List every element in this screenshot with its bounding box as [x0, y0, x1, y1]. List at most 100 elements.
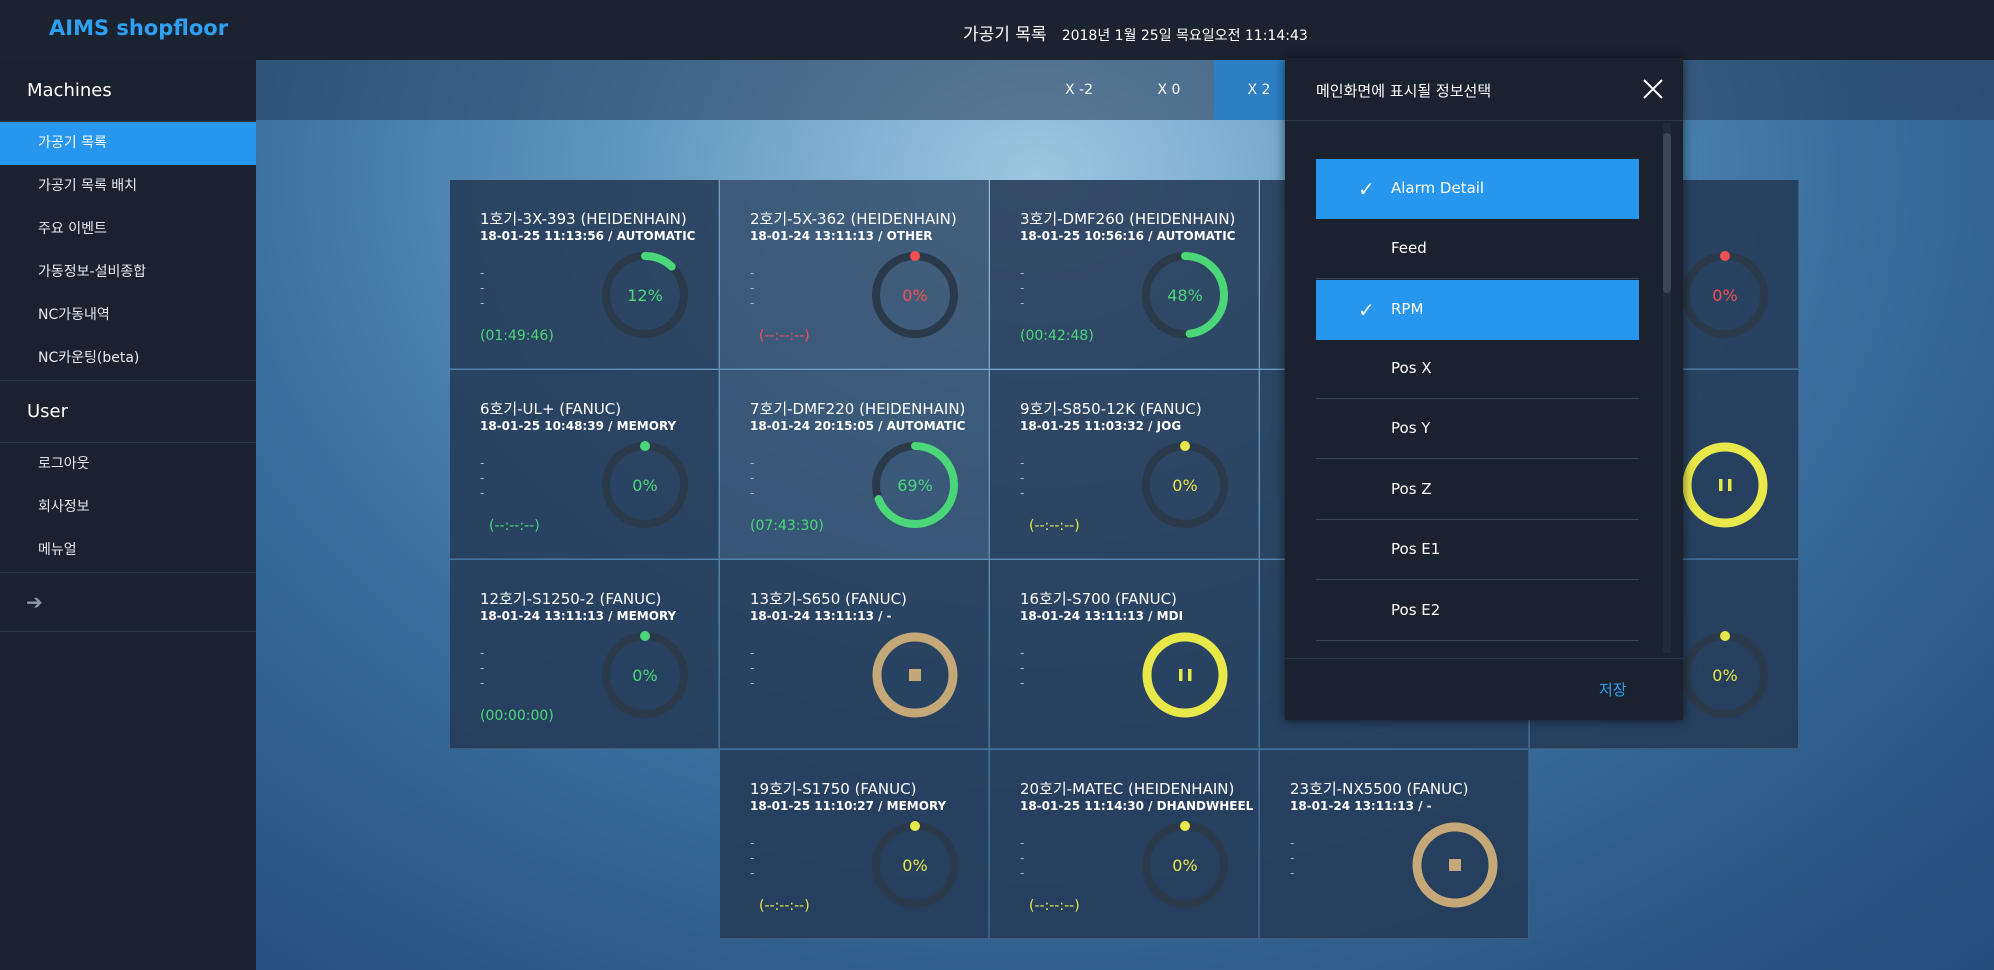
gauge-percent-label: 12% — [627, 286, 663, 305]
option-pos-e2[interactable]: Pos E2 — [1316, 581, 1639, 641]
option-pos-x[interactable]: Pos X — [1316, 339, 1639, 399]
stop-square — [1449, 859, 1461, 871]
clock: 2018년 1월 25일 목요일오전 11:14:43 — [1061, 28, 1308, 44]
progress-gauge: 0% — [1142, 441, 1228, 528]
machine-tile[interactable]: 12호기-S1250-2 (FANUC) 18-01-24 13:11:13 / … — [450, 560, 719, 749]
machine-details: --- — [1020, 646, 1025, 690]
modal-scrollbar[interactable] — [1663, 123, 1671, 653]
machine-details: --- — [1020, 456, 1025, 500]
option-label: Pos Z — [1391, 480, 1432, 498]
machine-tile[interactable]: 1호기-3X-393 (HEIDENHAIN) 18-01-25 11:13:56… — [450, 180, 719, 369]
machine-status: 18-01-25 11:14:30 / DHANDWHEEL — [1020, 799, 1254, 813]
machine-tile[interactable]: 7호기-DMF220 (HEIDENHAIN) 18-01-24 20:15:05… — [720, 370, 989, 559]
machine-name: 3호기-DMF260 (HEIDENHAIN) — [1020, 210, 1236, 228]
machine-name: 2호기-5X-362 (HEIDENHAIN) — [750, 210, 957, 228]
gauge-progress-dot — [1180, 821, 1190, 831]
machine-status: 18-01-24 13:11:13 / MDI — [1020, 609, 1184, 623]
gauge-progress-dot — [640, 441, 650, 451]
machine-status: 18-01-25 10:48:39 / MEMORY — [480, 419, 677, 433]
modal-header: 메인화면에 표시될 정보선택 — [1285, 58, 1683, 121]
progress-gauge: 0% — [602, 631, 688, 718]
pause-bar — [1179, 669, 1183, 681]
machine-details: --- — [1020, 266, 1025, 310]
pause-bar — [1728, 479, 1732, 491]
modal-option-list: ✓ Alarm Detail Feed ✓ RPM Pos X Pos Y Pos Z Pos … — [1285, 121, 1683, 656]
progress-gauge: 12% — [602, 252, 688, 338]
option-label: Pos X — [1391, 359, 1432, 377]
save-button[interactable]: 저장 — [1599, 679, 1627, 700]
arrow-left-icon: ➔ — [26, 590, 43, 614]
machine-tile[interactable]: 6호기-UL+ (FANUC) 18-01-25 10:48:39 / MEMOR… — [450, 370, 719, 559]
machine-details: --- — [750, 836, 755, 880]
option-feed[interactable]: Feed — [1316, 219, 1639, 279]
machine-status: 18-01-24 13:11:13 / OTHER — [750, 229, 933, 243]
machine-details: --- — [750, 456, 755, 500]
machine-tile[interactable]: 13호기-S650 (FANUC) 18-01-24 13:11:13 / - --… — [720, 560, 989, 749]
machine-elapsed-time: (00:42:48) — [1020, 328, 1094, 344]
machine-elapsed-time: (--:--:--) — [759, 328, 810, 344]
sidebar-item-nc-history[interactable]: NC가동내역 — [0, 294, 256, 337]
sidebar-item-nc-counting[interactable]: NC카운팅(beta) — [0, 337, 256, 380]
modal-title: 메인화면에 표시될 정보선택 — [1316, 82, 1492, 100]
page-title: 가공기 목록 — [963, 25, 1047, 45]
machine-status: 18-01-25 11:13:56 / AUTOMATIC — [480, 229, 696, 243]
gauge-percent-label: 0% — [1712, 286, 1737, 305]
machine-details: --- — [1020, 836, 1025, 880]
progress-gauge: 48% — [1142, 252, 1228, 338]
zoom-bar: X -2 X 0 X 2 — [256, 60, 1994, 120]
machine-elapsed-time: (--:--:--) — [1029, 898, 1080, 914]
gauge-progress-dot — [1180, 441, 1190, 451]
machine-name: 19호기-S1750 (FANUC) — [750, 780, 917, 798]
machine-details: --- — [480, 646, 485, 690]
sidebar-section-machines: Machines — [0, 60, 256, 122]
sidebar-item-manual[interactable]: 메뉴얼 — [0, 529, 256, 572]
machine-tile[interactable]: 23호기-NX5500 (FANUC) 18-01-24 13:11:13 / -… — [1260, 750, 1529, 939]
sidebar-item-company[interactable]: 회사정보 — [0, 486, 256, 529]
sidebar-item-events[interactable]: 주요 이벤트 — [0, 208, 256, 251]
machine-name: 7호기-DMF220 (HEIDENHAIN) — [750, 400, 966, 418]
stop-icon — [872, 632, 958, 718]
option-pos-y[interactable]: Pos Y — [1316, 399, 1639, 459]
machine-status: 18-01-24 13:11:13 / MEMORY — [480, 609, 677, 623]
option-alarm-detail[interactable]: ✓ Alarm Detail — [1316, 159, 1639, 219]
option-pos-e1[interactable]: Pos E1 — [1316, 520, 1639, 580]
machine-tile[interactable]: 3호기-DMF260 (HEIDENHAIN) 18-01-25 10:56:16… — [990, 180, 1259, 369]
machine-tile[interactable]: 20호기-MATEC (HEIDENHAIN) 18-01-25 11:14:30… — [990, 750, 1259, 939]
sidebar-item-machine-list[interactable]: 가공기 목록 — [0, 122, 256, 165]
gauge-percent-label: 0% — [1172, 476, 1197, 495]
sidebar-collapse-button[interactable]: ➔ — [0, 573, 256, 632]
option-pos-z[interactable]: Pos Z — [1316, 460, 1639, 520]
zoom-minus-2-button[interactable]: X -2 — [1034, 60, 1124, 120]
check-icon: ✓ — [1358, 177, 1375, 201]
pause-ring — [1682, 442, 1768, 528]
option-rpm[interactable]: ✓ RPM — [1316, 280, 1639, 340]
zoom-0-button[interactable]: X 0 — [1124, 60, 1214, 120]
sidebar-item-machine-layout[interactable]: 가공기 목록 배치 — [0, 165, 256, 208]
modal-footer: 저장 — [1285, 658, 1683, 721]
machine-elapsed-time: (07:43:30) — [750, 518, 824, 534]
close-icon[interactable] — [1640, 76, 1666, 102]
sidebar-item-oee[interactable]: 가동정보-설비종합 — [0, 251, 256, 294]
machine-elapsed-time: (--:--:--) — [759, 898, 810, 914]
machine-elapsed-time: (01:49:46) — [480, 328, 554, 344]
machine-name: 23호기-NX5500 (FANUC) — [1290, 780, 1469, 798]
pause-ring — [1142, 632, 1228, 718]
gauge-percent-label: 0% — [902, 856, 927, 875]
progress-gauge: 0% — [872, 251, 958, 338]
machine-name: 20호기-MATEC (HEIDENHAIN) — [1020, 780, 1235, 798]
machine-tile[interactable]: 9호기-S850-12K (FANUC) 18-01-25 11:03:32 / … — [990, 370, 1259, 559]
modal-scrollbar-thumb[interactable] — [1663, 133, 1671, 293]
option-label: RPM — [1391, 300, 1424, 318]
machine-tile[interactable]: 2호기-5X-362 (HEIDENHAIN) 18-01-24 13:11:13… — [720, 180, 989, 369]
gauge-percent-label: 0% — [1172, 856, 1197, 875]
machine-tile[interactable]: 19호기-S1750 (FANUC) 18-01-25 11:10:27 / ME… — [720, 750, 989, 939]
gauge-progress-dot — [1720, 631, 1730, 641]
machine-status: 18-01-24 13:11:13 / - — [1290, 799, 1432, 813]
gauge-progress-dot — [1720, 251, 1730, 261]
sidebar-item-logout[interactable]: 로그아웃 — [0, 443, 256, 486]
pause-icon — [1142, 632, 1228, 718]
brand-logo[interactable]: AIMS shopfloor — [49, 16, 228, 40]
machine-tile[interactable]: 16호기-S700 (FANUC) 18-01-24 13:11:13 / MDI… — [990, 560, 1259, 749]
option-label: Pos E2 — [1391, 601, 1441, 619]
gauge-percent-label: 0% — [1712, 666, 1737, 685]
